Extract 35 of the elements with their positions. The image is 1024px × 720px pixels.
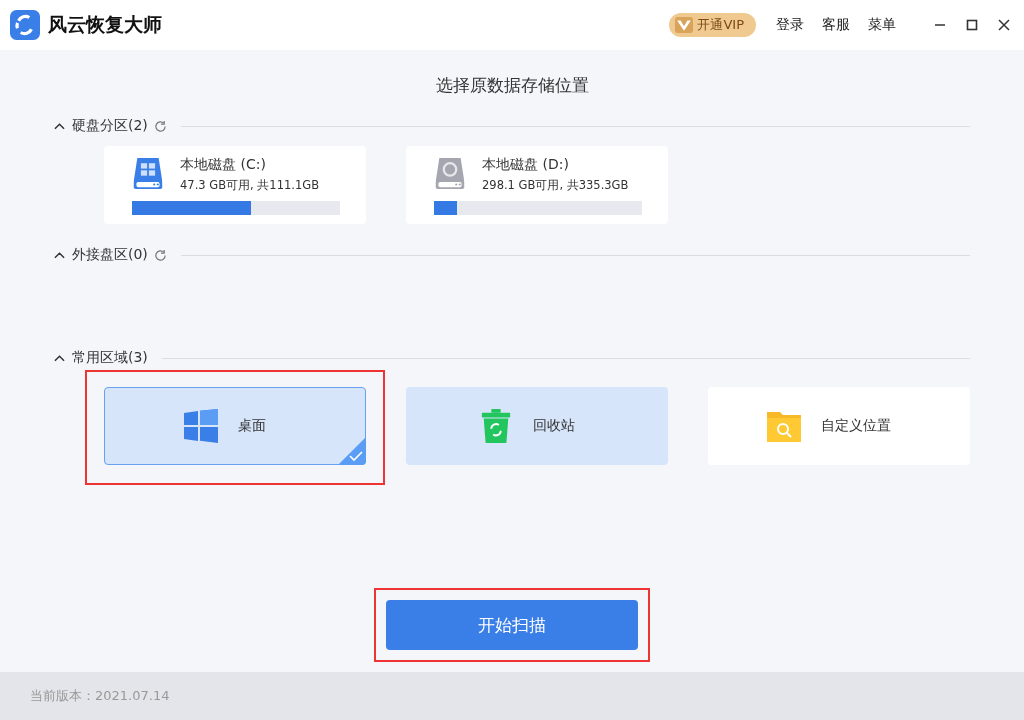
recycle-bin-icon	[479, 409, 513, 443]
maximize-icon[interactable]	[966, 19, 978, 31]
disk-name: 本地磁盘 (C:)	[180, 156, 267, 174]
app-logo-icon	[10, 10, 40, 40]
disk-usage: 47.3 GB可用, 共111.1GB	[180, 178, 320, 193]
page-heading: 选择原数据存储位置	[434, 74, 590, 97]
check-corner-icon	[338, 437, 366, 465]
chevron-icon[interactable]	[54, 251, 65, 259]
section-title: 常用区域(3)	[72, 349, 148, 367]
refresh-icon[interactable]	[153, 119, 167, 133]
version-text: 当前版本：2021.07.14	[30, 687, 170, 705]
window-title: 风云恢复大师	[48, 12, 162, 37]
folder-search-icon	[767, 409, 801, 443]
location-tile[interactable]: 自定义位置	[708, 387, 970, 465]
disk-card[interactable]: 本地磁盘 (C:) 47.3 GB可用, 共111.1GB	[104, 146, 366, 224]
refresh-icon[interactable]	[153, 248, 167, 262]
location-tile[interactable]: 回收站	[406, 387, 668, 465]
menu-link[interactable]: 登录	[776, 16, 804, 34]
hard-drive-icon	[434, 156, 466, 190]
v-logo-icon	[675, 17, 694, 33]
chevron-icon[interactable]	[54, 354, 65, 362]
close-icon[interactable]	[998, 19, 1010, 31]
disk-card[interactable]: 本地磁盘 (D:) 298.1 GB可用, 共335.3GB	[406, 146, 668, 224]
section-title: 外接盘区(0)	[72, 246, 148, 264]
disk-usage: 298.1 GB可用, 共335.3GB	[482, 178, 629, 193]
chevron-icon[interactable]	[54, 122, 65, 130]
menu-link[interactable]: 菜单	[868, 16, 896, 34]
vip-button[interactable]: 开通VIP	[669, 13, 756, 37]
start-scan-button[interactable]: 开始扫描	[386, 600, 638, 650]
disk-name: 本地磁盘 (D:)	[482, 156, 570, 174]
menu-link[interactable]: 客服	[822, 16, 850, 34]
section-title: 硬盘分区(2)	[72, 117, 148, 135]
location-tile[interactable]: 桌面	[104, 387, 366, 465]
windows-logo-icon	[184, 409, 218, 443]
system-drive-icon	[132, 156, 164, 190]
